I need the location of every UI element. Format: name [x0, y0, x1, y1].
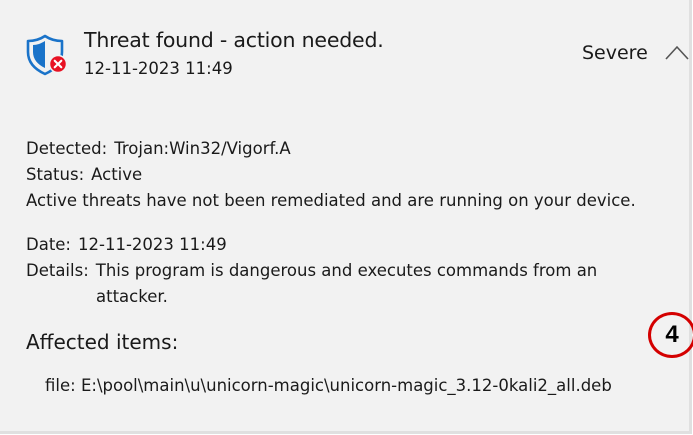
status-note: Active threats have not been remediated …: [26, 191, 636, 210]
chevron-up-icon[interactable]: [664, 44, 690, 62]
threat-title: Threat found - action needed.: [84, 28, 384, 52]
date-value: 12-11-2023 11:49: [78, 235, 227, 254]
affected-item: file: E:\pool\main\u\unicorn-magic\unico…: [45, 376, 612, 395]
details-label: Details:: [26, 261, 89, 280]
detected-value: Trojan:Win32/Vigorf.A: [114, 139, 291, 158]
date-label: Date:: [26, 235, 71, 254]
details-value: This program is dangerous and executes c…: [95, 261, 598, 280]
affected-items-heading: Affected items:: [26, 330, 179, 354]
status-label: Status:: [26, 165, 85, 184]
details-row: Details: This program is dangerous and ex…: [26, 261, 597, 280]
detected-row: Detected: Trojan:Win32/Vigorf.A: [26, 139, 291, 158]
threat-datetime: 12-11-2023 11:49: [84, 59, 233, 78]
status-row: Status: Active: [26, 165, 142, 184]
date-row: Date: 12-11-2023 11:49: [26, 235, 227, 254]
shield-error-icon: [26, 34, 68, 76]
detected-label: Detected:: [26, 139, 108, 158]
status-value: Active: [91, 165, 143, 184]
threat-details-panel: Threat found - action needed. 12-11-2023…: [0, 0, 693, 434]
details-value-continued: attacker.: [96, 287, 168, 306]
affected-item-path: E:\pool\main\u\unicorn-magic\unicorn-mag…: [80, 376, 612, 395]
annotation-marker: 4: [648, 312, 693, 358]
affected-item-type: file:: [45, 376, 76, 395]
severity-label: Severe: [582, 42, 648, 64]
